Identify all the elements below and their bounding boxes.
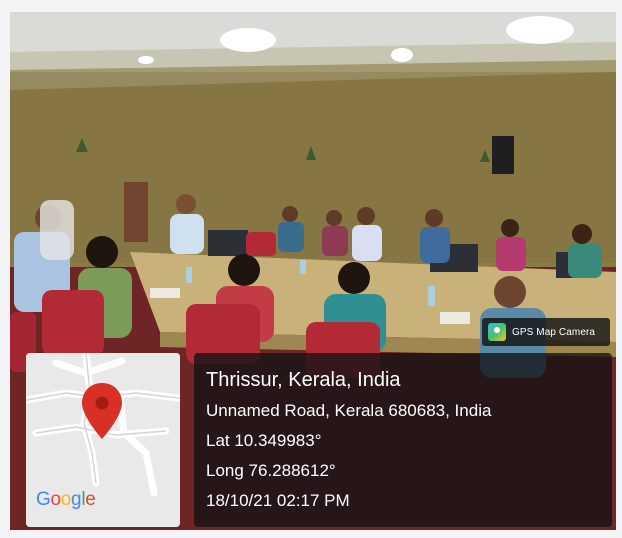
location-title: Thrissur, Kerala, India: [206, 369, 401, 391]
photo-frame: GPS Map Camera Google Thrissur, Kerala, …: [0, 0, 622, 538]
longitude-line: Long 76.288612°: [206, 461, 336, 480]
google-logo: Google: [36, 489, 96, 510]
ceiling-light: [138, 56, 154, 64]
wall-speaker: [492, 136, 514, 174]
ceiling-light: [391, 48, 413, 62]
ceiling-light: [506, 16, 574, 44]
location-info-panel: Thrissur, Kerala, India Unnamed Road, Ke…: [194, 353, 612, 527]
timestamp-line: 18/10/21 02:17 PM: [206, 491, 350, 510]
location-map-thumbnail: Google: [26, 353, 180, 527]
latitude-line: Lat 10.349983°: [206, 431, 322, 450]
ceiling-light: [220, 28, 276, 52]
gps-map-camera-label: GPS Map Camera: [512, 326, 596, 338]
gps-map-camera-badge: GPS Map Camera: [482, 318, 610, 346]
address-line: Unnamed Road, Kerala 680683, India: [206, 401, 492, 420]
monitor: [208, 230, 248, 256]
gps-map-camera-icon: [488, 323, 506, 341]
